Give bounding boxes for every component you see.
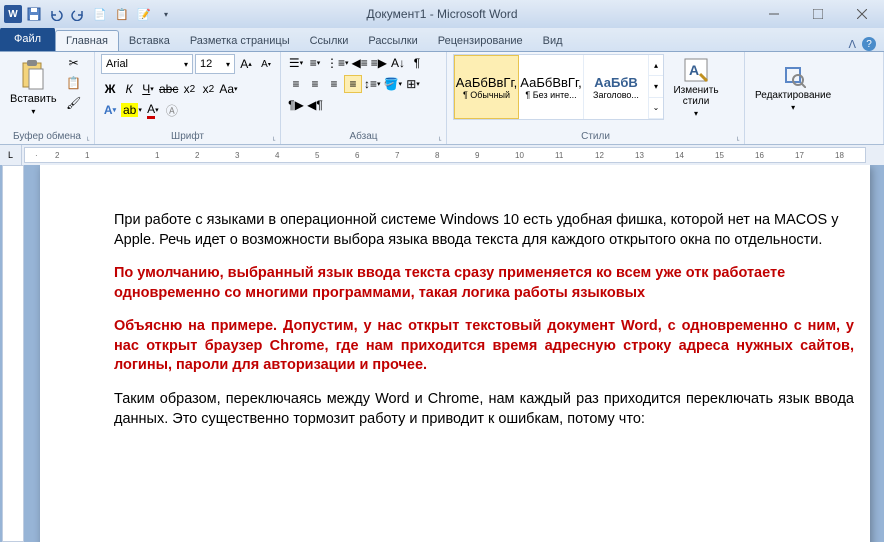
rtl-icon[interactable]: ◀¶: [306, 96, 324, 114]
styles-gallery[interactable]: АаБбВвГг, ¶ Обычный АаБбВвГг, ¶ Без инте…: [453, 54, 664, 120]
underline-icon[interactable]: Ч▾: [139, 80, 157, 98]
numbering-icon[interactable]: ≡▾: [306, 54, 324, 72]
gallery-scroll[interactable]: ▴▾⌄: [649, 55, 663, 119]
find-button[interactable]: Редактирование ▾: [751, 54, 835, 120]
increase-indent-icon[interactable]: ≡▶: [370, 54, 388, 72]
copy-icon[interactable]: 📋: [65, 74, 83, 92]
italic-icon[interactable]: К: [120, 80, 138, 98]
window-title: Документ1 - Microsoft Word: [366, 7, 517, 21]
group-styles: АаБбВвГг, ¶ Обычный АаБбВвГг, ¶ Без инте…: [447, 52, 745, 144]
justify-icon[interactable]: ≡: [344, 75, 362, 93]
line-spacing-icon[interactable]: ↕≡▾: [363, 75, 382, 93]
tab-references[interactable]: Ссылки: [300, 31, 359, 51]
shading-icon[interactable]: 🪣▾: [383, 75, 403, 93]
paste-button[interactable]: Вставить ▾: [6, 54, 61, 120]
paragraph: Объясню на примере. Допустим, у нас откр…: [114, 317, 854, 376]
vertical-ruler[interactable]: [2, 165, 24, 542]
minimize-ribbon-icon[interactable]: ᐱ: [848, 38, 856, 51]
document-area: При работе с языками в операционной сист…: [0, 165, 884, 542]
group-label: Абзац: [287, 131, 440, 144]
ltr-icon[interactable]: ¶▶: [287, 96, 305, 114]
qat-dropdown-icon[interactable]: ▾: [156, 4, 176, 24]
style-normal[interactable]: АаБбВвГг, ¶ Обычный: [454, 55, 519, 119]
highlight-icon[interactable]: ab▾: [120, 101, 143, 119]
style-no-spacing[interactable]: АаБбВвГг, ¶ Без инте...: [519, 55, 584, 119]
style-heading1[interactable]: АаБбВ Заголово...: [584, 55, 649, 119]
paragraph: По умолчанию, выбранный язык ввода текст…: [114, 264, 854, 303]
page[interactable]: При работе с языками в операционной сист…: [40, 165, 870, 542]
redo-icon[interactable]: [68, 4, 88, 24]
show-marks-icon[interactable]: ¶: [408, 54, 426, 72]
minimize-button[interactable]: [752, 0, 796, 28]
horizontal-ruler[interactable]: · 2 1 1 2 3 4 5 6 7 8 9 10 11 12 13 14 1…: [24, 147, 866, 163]
title-bar: W 📄 📋 📝 ▾ Документ1 - Microsoft Word: [0, 0, 884, 28]
chevron-down-icon: ▾: [791, 103, 795, 112]
decrease-indent-icon[interactable]: ◀≡: [351, 54, 369, 72]
group-font: Arial▾ 12▾ A▴ A▾ Ж К Ч▾ abc x2 x2 Aa▾ A▾…: [95, 52, 281, 144]
paragraph: При работе с языками в операционной сист…: [114, 211, 854, 250]
paragraph: Таким образом, переключаясь между Word и…: [114, 390, 854, 429]
multilevel-icon[interactable]: ⋮≡▾: [325, 54, 350, 72]
group-label: Буфер обмена: [6, 131, 88, 144]
help-icon[interactable]: ?: [862, 37, 876, 51]
tab-insert[interactable]: Вставка: [119, 31, 180, 51]
grow-font-icon[interactable]: A▴: [237, 55, 255, 73]
svg-text:A: A: [689, 62, 699, 78]
borders-icon[interactable]: ⊞▾: [404, 75, 422, 93]
ribbon: Вставить ▾ ✂ 📋 🖌 Буфер обмена Arial▾ 12▾…: [0, 52, 884, 145]
file-tab[interactable]: Файл: [0, 27, 55, 51]
close-button[interactable]: [840, 0, 884, 28]
strikethrough-icon[interactable]: abc: [158, 80, 179, 98]
font-size-select[interactable]: 12▾: [195, 54, 235, 74]
save-icon[interactable]: [24, 4, 44, 24]
qat-item-icon[interactable]: 📋: [112, 4, 132, 24]
change-case-icon[interactable]: Aa▾: [218, 80, 238, 98]
align-center-icon[interactable]: ≡: [306, 75, 324, 93]
quick-access-toolbar: W 📄 📋 📝 ▾: [0, 4, 180, 24]
font-name-select[interactable]: Arial▾: [101, 54, 193, 74]
maximize-button[interactable]: [796, 0, 840, 28]
group-editing: Редактирование ▾ .: [745, 52, 884, 144]
chevron-down-icon: ▾: [694, 109, 698, 118]
bold-icon[interactable]: Ж: [101, 80, 119, 98]
tab-home[interactable]: Главная: [55, 30, 119, 51]
text-effects-icon[interactable]: A▾: [101, 101, 119, 119]
tab-mailings[interactable]: Рассылки: [358, 31, 427, 51]
align-right-icon[interactable]: ≡: [325, 75, 343, 93]
ribbon-tabs: Файл Главная Вставка Разметка страницы С…: [0, 28, 884, 52]
cut-icon[interactable]: ✂: [65, 54, 83, 72]
align-left-icon[interactable]: ≡: [287, 75, 305, 93]
group-label: Шрифт: [101, 131, 274, 144]
ruler-row: L · 2 1 1 2 3 4 5 6 7 8 9 10 11 12 13 14…: [0, 145, 884, 165]
tab-view[interactable]: Вид: [533, 31, 573, 51]
shrink-font-icon[interactable]: A▾: [257, 55, 275, 73]
tab-page-layout[interactable]: Разметка страницы: [180, 31, 300, 51]
undo-icon[interactable]: [46, 4, 66, 24]
sort-icon[interactable]: A↓: [389, 54, 407, 72]
qat-item-icon[interactable]: 📝: [134, 4, 154, 24]
font-color-icon[interactable]: A▾: [144, 101, 162, 119]
subscript-icon[interactable]: x2: [180, 80, 198, 98]
format-painter-icon[interactable]: 🖌: [65, 94, 83, 112]
group-clipboard: Вставить ▾ ✂ 📋 🖌 Буфер обмена: [0, 52, 95, 144]
qat-item-icon[interactable]: 📄: [90, 4, 110, 24]
group-paragraph: ☰▾ ≡▾ ⋮≡▾ ◀≡ ≡▶ A↓ ¶ ≡ ≡ ≡ ≡ ↕≡▾ 🪣▾ ⊞▾ ¶…: [281, 52, 447, 144]
document-content[interactable]: При работе с языками в операционной сист…: [114, 211, 854, 429]
ruler-corner[interactable]: L: [0, 145, 22, 165]
paste-label: Вставить: [10, 93, 57, 105]
group-label: Стили: [453, 131, 738, 144]
change-styles-button[interactable]: A Изменить стили ▾: [668, 54, 724, 120]
clear-formatting-icon[interactable]: Ⓐ: [163, 101, 181, 119]
superscript-icon[interactable]: x2: [199, 80, 217, 98]
chevron-down-icon: ▾: [31, 107, 35, 116]
bullets-icon[interactable]: ☰▾: [287, 54, 305, 72]
tab-review[interactable]: Рецензирование: [428, 31, 533, 51]
word-icon: W: [4, 5, 22, 23]
